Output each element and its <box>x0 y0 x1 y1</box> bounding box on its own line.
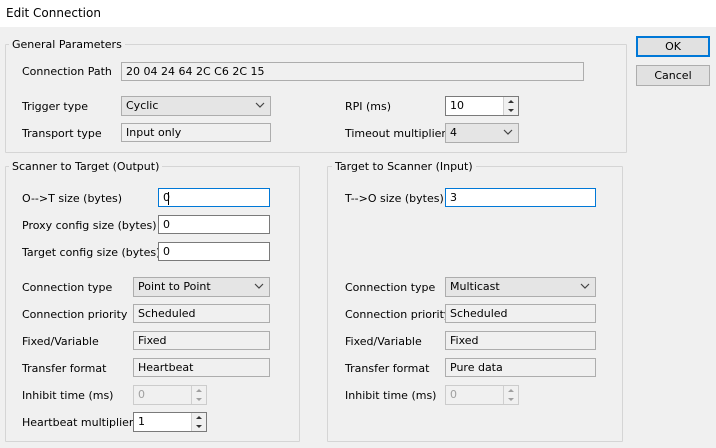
trigger-type-dropdown[interactable]: Cyclic <box>121 96 271 116</box>
rpi-spin-buttons <box>503 97 518 115</box>
output-inhibit-time-value: 0 <box>138 388 145 401</box>
rpi-label: RPI (ms) <box>345 100 392 113</box>
input-inhibit-time-label: Inhibit time (ms) <box>345 389 437 402</box>
spin-up-icon <box>508 100 514 103</box>
timeout-multiplier-dropdown[interactable]: 4 <box>445 123 519 143</box>
connection-path-field[interactable]: 20 04 24 64 2C C6 2C 15 <box>121 62 584 81</box>
general-parameters-legend: General Parameters <box>9 38 125 51</box>
target-to-scanner-legend: Target to Scanner (Input) <box>332 160 476 173</box>
input-connection-type-value: Multicast <box>450 280 500 293</box>
timeout-multiplier-value: 4 <box>450 126 457 139</box>
input-fixed-variable-label: Fixed/Variable <box>345 335 422 348</box>
output-transfer-format-label: Transfer format <box>22 362 107 375</box>
heartbeat-multiplier-value: 1 <box>138 415 145 428</box>
window-title: Edit Connection <box>6 6 101 20</box>
spin-down-button[interactable] <box>192 422 206 431</box>
input-inhibit-time-value: 0 <box>450 388 457 401</box>
output-connection-type-value: Point to Point <box>138 280 211 293</box>
heartbeat-spin-buttons <box>191 413 206 431</box>
spin-down-icon <box>508 398 514 401</box>
ot-size-label: O-->T size (bytes) <box>22 192 123 205</box>
chevron-down-icon <box>255 102 265 108</box>
to-size-label: T-->O size (bytes) <box>345 192 444 205</box>
spin-down-button[interactable] <box>192 395 206 404</box>
output-inhibit-time-spinner[interactable]: 0 <box>133 385 207 405</box>
trigger-type-value: Cyclic <box>126 99 159 112</box>
output-connection-type-label: Connection type <box>22 281 113 294</box>
trigger-type-label: Trigger type <box>22 100 89 113</box>
spin-down-button[interactable] <box>504 395 518 404</box>
output-inhibit-spin-buttons <box>191 386 206 404</box>
heartbeat-multiplier-spinner[interactable]: 1 <box>133 412 207 432</box>
text-caret <box>168 192 169 205</box>
spin-up-icon <box>196 389 202 392</box>
spin-down-button[interactable] <box>504 106 518 115</box>
timeout-multiplier-label: Timeout multiplier <box>345 127 446 140</box>
input-connection-type-label: Connection type <box>345 281 436 294</box>
spin-down-icon <box>196 398 202 401</box>
scanner-to-target-legend: Scanner to Target (Output) <box>9 160 163 173</box>
output-connection-priority-label: Connection priority <box>22 308 128 321</box>
connection-path-label: Connection Path <box>22 65 112 78</box>
spin-up-icon <box>508 389 514 392</box>
input-connection-priority-field[interactable]: Scheduled <box>445 304 596 323</box>
to-size-field[interactable]: 3 <box>445 188 596 207</box>
cancel-button[interactable]: Cancel <box>636 65 710 86</box>
transport-type-field[interactable]: Input only <box>121 123 271 142</box>
output-fixed-variable-label: Fixed/Variable <box>22 335 99 348</box>
chevron-down-icon <box>503 129 513 135</box>
input-fixed-variable-field[interactable]: Fixed <box>445 331 596 350</box>
rpi-value: 10 <box>450 99 464 112</box>
heartbeat-multiplier-label: Heartbeat multiplier <box>22 416 134 429</box>
input-transfer-format-label: Transfer format <box>345 362 430 375</box>
spin-down-icon <box>196 425 202 428</box>
output-fixed-variable-field[interactable]: Fixed <box>133 331 270 350</box>
proxy-config-size-label: Proxy config size (bytes) <box>22 219 157 232</box>
ot-size-field[interactable]: 0 <box>158 188 270 207</box>
input-transfer-format-field[interactable]: Pure data <box>445 358 596 377</box>
output-transfer-format-field[interactable]: Heartbeat <box>133 358 270 377</box>
chevron-down-icon <box>254 283 264 289</box>
output-connection-priority-field[interactable]: Scheduled <box>133 304 270 323</box>
chevron-down-icon <box>580 283 590 289</box>
title-bar: Edit Connection <box>0 0 716 27</box>
input-connection-type-dropdown[interactable]: Multicast <box>445 277 596 297</box>
target-config-size-field[interactable]: 0 <box>158 242 270 261</box>
rpi-spinner[interactable]: 10 <box>445 96 519 116</box>
output-connection-type-dropdown[interactable]: Point to Point <box>133 277 270 297</box>
spin-down-icon <box>508 109 514 112</box>
proxy-config-size-field[interactable]: 0 <box>158 215 270 234</box>
transport-type-label: Transport type <box>22 127 102 140</box>
ok-button[interactable]: OK <box>636 36 710 57</box>
spin-up-icon <box>196 416 202 419</box>
input-inhibit-spin-buttons <box>503 386 518 404</box>
input-connection-priority-label: Connection priority <box>345 308 451 321</box>
output-inhibit-time-label: Inhibit time (ms) <box>22 389 114 402</box>
input-inhibit-time-spinner[interactable]: 0 <box>445 385 519 405</box>
target-config-size-label: Target config size (bytes) <box>22 246 161 259</box>
